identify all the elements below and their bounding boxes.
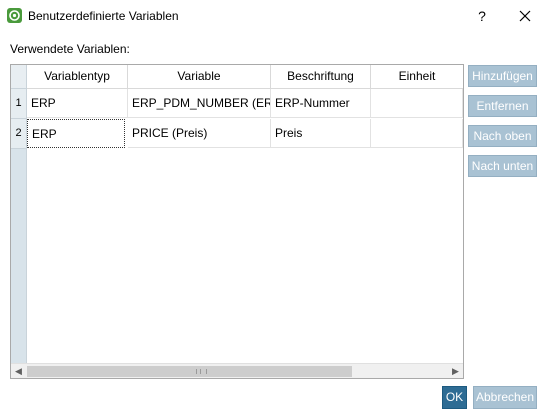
cancel-button[interactable]: Abbrechen [473, 386, 537, 409]
scroll-right-icon[interactable]: ▶ [448, 364, 463, 378]
horizontal-scrollbar[interactable]: ◀ ▶ [11, 363, 463, 378]
window-title: Benutzerdefinierte Variablen [28, 9, 179, 23]
column-header-beschriftung[interactable]: Beschriftung [271, 65, 371, 89]
row-number[interactable]: 2 [11, 119, 26, 149]
variables-table[interactable]: Variablentyp Variable Beschriftung Einhe… [10, 64, 464, 379]
column-header-variable[interactable]: Variable [128, 65, 271, 89]
column-header-einheit[interactable]: Einheit [371, 65, 463, 89]
remove-button[interactable]: Entfernen [468, 95, 537, 117]
close-icon [519, 10, 531, 22]
grip-icon [196, 369, 207, 374]
scroll-thumb[interactable] [27, 366, 352, 377]
table-cell[interactable]: Preis [271, 119, 371, 148]
app-icon [7, 8, 22, 23]
help-button[interactable]: ? [472, 5, 492, 27]
table-cell[interactable] [371, 89, 463, 118]
table-corner [11, 65, 27, 89]
table-cell[interactable]: PRICE (Preis) [128, 119, 271, 148]
move-up-button[interactable]: Nach oben [468, 125, 537, 147]
close-button[interactable] [512, 5, 538, 27]
section-label: Verwendete Variablen: [10, 42, 130, 56]
table-cell[interactable]: ERP [27, 119, 125, 148]
table-cell[interactable]: ERP_PDM_NUMBER (ER… [128, 89, 271, 118]
table-cell[interactable]: ERP-Nummer [271, 89, 371, 118]
table-cell[interactable] [371, 119, 463, 148]
move-down-button[interactable]: Nach unten [468, 155, 537, 177]
title-bar: Benutzerdefinierte Variablen ? [0, 0, 549, 32]
scroll-left-icon[interactable]: ◀ [11, 364, 26, 378]
row-number[interactable]: 1 [11, 89, 26, 119]
add-button[interactable]: Hinzufügen [468, 65, 537, 87]
column-header-variablentyp[interactable]: Variablentyp [27, 65, 128, 89]
ok-button[interactable]: OK [442, 386, 467, 409]
table-cell[interactable]: ERP [27, 89, 128, 118]
